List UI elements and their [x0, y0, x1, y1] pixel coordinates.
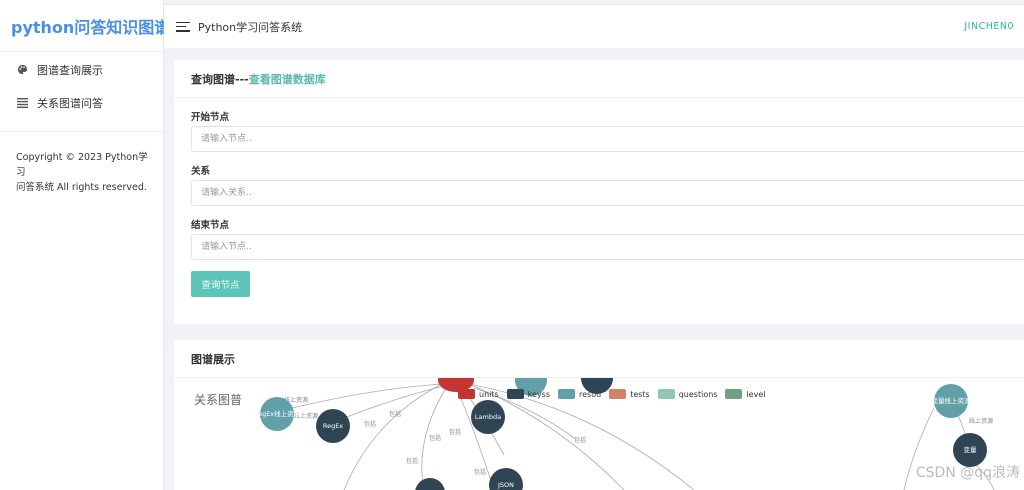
node-label: RegEx线上资源	[254, 409, 301, 418]
start-node-label: 开始节点	[191, 112, 230, 123]
legend-label: tests	[630, 389, 650, 399]
node-label: 变量	[964, 445, 978, 454]
edge-label-include: 包括	[574, 436, 586, 444]
edge-label-include: 包括	[474, 468, 486, 476]
end-node-input[interactable]	[191, 234, 1024, 260]
legend-item-resou[interactable]: resou	[558, 389, 601, 399]
sidebar-item-relation-qa[interactable]: 关系图谱问答	[0, 86, 163, 119]
view-database-link[interactable]: 查看图谱数据库	[249, 71, 326, 87]
edge-label-include: 包括	[406, 457, 418, 465]
copyright-line: Copyright © 2023 Python学习	[16, 152, 148, 178]
query-card: 查询图谱--- 查看图谱数据库 开始节点 关系 结束节点 查询节点	[174, 60, 1024, 324]
graph-node-bottom[interactable]	[415, 478, 445, 490]
palette-icon	[15, 64, 29, 75]
top-bar: Python学习问答系统 JINCHEN0	[164, 4, 1024, 48]
sidebar: python问答知识图谱 图谱查询展示 关系图谱问答 Copyright © 2…	[0, 0, 170, 490]
brand-title[interactable]: python问答知识图谱	[0, 0, 170, 52]
relation-label: 关系	[191, 166, 211, 177]
legend-swatch	[725, 389, 743, 399]
node-label: Lambda	[475, 413, 501, 421]
user-name[interactable]: JINCHEN0	[964, 21, 1014, 32]
legend-label: questions	[678, 389, 718, 399]
edge-label-include: 包括	[429, 434, 441, 442]
legend-label: resou	[579, 389, 602, 399]
node-label: RegEx	[323, 422, 343, 430]
legend-swatch	[458, 389, 475, 399]
edge-label-include: 包括	[389, 410, 401, 418]
legend-item-keyss[interactable]: keyss	[506, 389, 551, 399]
legend-swatch	[558, 389, 576, 399]
edge-label-resource: 线上资源	[969, 417, 993, 425]
edge-label-include: 包括	[449, 428, 461, 436]
node-label: JSON	[497, 481, 514, 489]
sidebar-item-label: 图谱查询展示	[37, 63, 103, 77]
relation-input[interactable]	[191, 180, 1024, 206]
graph-card-title: 图谱展示	[174, 340, 1024, 378]
query-node-button[interactable]: 查询节点	[191, 271, 250, 297]
graph-card: 图谱展示 线上资源 线上资源 包括 包括 包括 包括 包括 包括 包括 线上资源…	[174, 340, 1024, 490]
sidebar-item-graph-query[interactable]: 图谱查询展示	[0, 53, 163, 86]
graph-node-labels: RegEx线上资源 RegEx Lambda JSON 变量线上资源 变量	[254, 396, 977, 489]
graph-legend: units keyss resou tests questions level	[458, 389, 773, 399]
app-title: Python学习问答系统	[198, 20, 303, 34]
legend-label: units	[479, 389, 499, 399]
legend-swatch	[506, 389, 524, 399]
legend-swatch	[609, 389, 627, 399]
legend-label: level	[746, 389, 766, 399]
watermark: CSDN @qq浪涛	[915, 465, 1020, 481]
query-title-text: 查询图谱---	[191, 72, 249, 86]
graph-label: 关系图普	[194, 393, 243, 407]
copyright: Copyright © 2023 Python学习 问答系统 All right…	[0, 132, 163, 195]
edge-label-include: 包括	[364, 420, 376, 428]
menu-toggle-icon[interactable]	[176, 21, 190, 32]
sidebar-menu: 图谱查询展示 关系图谱问答	[0, 52, 163, 132]
legend-item-level[interactable]: level	[725, 389, 765, 399]
legend-item-questions[interactable]: questions	[657, 389, 718, 399]
query-card-title: 查询图谱--- 查看图谱数据库	[174, 60, 1024, 98]
legend-item-units[interactable]: units	[458, 389, 499, 399]
node-label: 变量线上资源	[932, 396, 972, 405]
graph-edge-labels: 线上资源 线上资源 包括 包括 包括 包括 包括 包括 包括 线上资源	[284, 396, 993, 476]
list-icon	[15, 97, 29, 108]
end-node-label: 结束节点	[191, 220, 230, 231]
start-node-input[interactable]	[191, 126, 1024, 152]
graph-area[interactable]: 线上资源 线上资源 包括 包括 包括 包括 包括 包括 包括 线上资源 RegE…	[174, 378, 1024, 490]
copyright-line: 问答系统 All rights reserved.	[16, 182, 147, 193]
legend-label: keyss	[527, 389, 551, 399]
legend-swatch	[657, 389, 675, 399]
sidebar-item-label: 关系图谱问答	[37, 96, 103, 110]
legend-item-tests[interactable]: tests	[609, 389, 650, 399]
